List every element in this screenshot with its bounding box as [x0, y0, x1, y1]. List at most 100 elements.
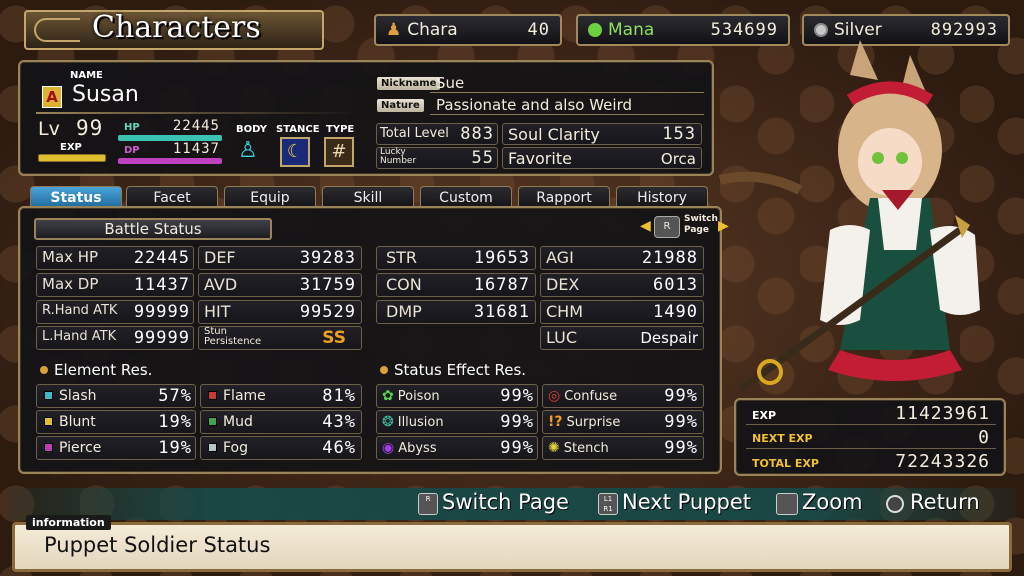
type-label: TYPE	[326, 124, 355, 135]
element-slash-label: Slash	[59, 388, 97, 404]
stance-label: STANCE	[276, 124, 320, 135]
tab-facet[interactable]: Facet	[126, 186, 218, 208]
lucky-number-label: Lucky Number	[380, 148, 416, 166]
page-title: Characters	[92, 10, 261, 45]
exp-label: EXP	[752, 409, 777, 422]
tab-status[interactable]: Status	[30, 186, 122, 208]
str-value: 19653	[473, 248, 530, 268]
next-puppet-button[interactable]: Next Puppet	[622, 490, 751, 514]
status-effect-res-header: Status Effect Res.	[380, 361, 526, 379]
tab-rapport[interactable]: Rapport	[518, 186, 610, 208]
information-text: Puppet Soldier Status	[44, 533, 271, 557]
l-hand-atk-label: L.Hand ATK	[42, 329, 117, 344]
status-abyss: ◉ Abyss	[382, 440, 437, 456]
switch-page-button-text: R	[425, 495, 431, 503]
level-value: 99	[76, 116, 104, 140]
total-level-value: 883	[460, 124, 494, 144]
avd-label: AVD	[204, 275, 238, 294]
lucky-number-value: 55	[471, 148, 494, 168]
max-hp-label: Max HP	[42, 248, 99, 266]
switch-page-button[interactable]: Switch Page	[442, 490, 569, 514]
next-exp-value: 0	[978, 427, 990, 448]
max-dp-value: 11437	[133, 275, 190, 295]
chara-counter: ♟ Chara 40	[374, 14, 562, 46]
tab-skill[interactable]: Skill	[322, 186, 414, 208]
type-icon: #	[324, 137, 354, 167]
dp-label: DP	[124, 145, 140, 156]
element-blunt-value: 19%	[158, 412, 192, 432]
mana-label: Mana	[608, 20, 655, 40]
zoom-button[interactable]: Zoom	[802, 490, 863, 514]
r-button-icon-text: R	[663, 221, 671, 232]
abyss-icon: ◉	[382, 440, 395, 456]
level-label: Lv	[38, 118, 60, 140]
fog-icon	[208, 443, 217, 452]
l1-r1-button-icon: L1 R1	[598, 493, 618, 515]
status-abyss-value: 99%	[500, 438, 534, 458]
status-stench-value: 99%	[664, 438, 698, 458]
name-underline	[36, 112, 356, 114]
switch-page-button-icon: R	[418, 493, 438, 515]
soul-clarity-value: 153	[662, 124, 696, 144]
poison-icon: ✿	[382, 388, 394, 404]
element-blunt: Blunt	[44, 414, 96, 430]
hit-value: 99529	[299, 302, 356, 322]
rank-badge-text: A	[46, 88, 58, 106]
switch-page-hint-line1: Switch	[684, 214, 718, 224]
total-level-label: Total Level	[380, 126, 449, 141]
pierce-icon	[44, 443, 53, 452]
character-illustration	[718, 40, 980, 393]
exp-bar-label: EXP	[60, 142, 82, 153]
element-slash-value: 57%	[158, 386, 192, 406]
information-label: information	[26, 515, 111, 530]
element-mud-value: 43%	[322, 412, 356, 432]
battle-stats-right: STR 19653 AGI 21988 CON 16787 DEX 6013 D…	[376, 246, 706, 352]
chara-value: 40	[527, 20, 550, 40]
stun-persistence-value: SS	[322, 328, 346, 348]
tab-equip[interactable]: Equip	[224, 186, 316, 208]
max-hp-value: 22445	[133, 248, 190, 268]
character-name: Susan	[72, 82, 139, 107]
return-button[interactable]: Return	[910, 490, 980, 514]
dex-label: DEX	[546, 275, 580, 294]
r1-key: R1	[603, 505, 613, 513]
nickname-label: Nickname	[377, 77, 441, 90]
next-exp-row-line	[746, 448, 996, 449]
status-poison-label: Poison	[397, 389, 440, 404]
stench-icon: ✺	[548, 440, 560, 456]
chm-label: CHM	[546, 302, 584, 321]
r-hand-atk-label: R.Hand ATK	[42, 303, 118, 318]
dp-bar	[118, 158, 222, 164]
bullet-icon	[40, 366, 48, 374]
chara-icon: ♟	[386, 20, 402, 40]
flame-icon	[208, 391, 217, 400]
blunt-icon	[44, 417, 53, 426]
agi-label: AGI	[546, 248, 574, 267]
nature-underline	[430, 114, 704, 115]
lucky-number-label-line2: Number	[380, 156, 417, 166]
illusion-icon: ❂	[382, 414, 394, 430]
switch-page-hint-label: Switch Page	[684, 214, 718, 236]
element-slash: Slash	[44, 388, 97, 404]
tab-custom[interactable]: Custom	[420, 186, 512, 208]
element-res-header: Element Res.	[40, 361, 152, 379]
element-fog-label: Fog	[223, 440, 249, 456]
total-exp-label: TOTAL EXP	[752, 457, 819, 470]
soul-clarity-label: Soul Clarity	[508, 125, 600, 144]
switch-page-hint[interactable]: ◀ R Switch Page ▶	[640, 214, 730, 242]
status-confuse: ◎ Confuse	[548, 388, 617, 404]
status-poison-value: 99%	[500, 386, 534, 406]
element-fog-value: 46%	[322, 438, 356, 458]
r-button-icon: R	[654, 216, 680, 238]
element-flame-label: Flame	[223, 388, 266, 404]
element-flame-value: 81%	[322, 386, 356, 406]
element-res-title: Element Res.	[54, 361, 153, 379]
exp-value: 11423961	[895, 403, 990, 424]
slash-icon	[44, 391, 53, 400]
def-value: 39283	[299, 248, 356, 268]
status-stench: ✺ Stench	[548, 440, 609, 456]
tab-history[interactable]: History	[616, 186, 708, 208]
nature-value: Passionate and also Weird	[436, 96, 632, 114]
status-confuse-value: 99%	[664, 386, 698, 406]
status-surprise-value: 99%	[664, 412, 698, 432]
